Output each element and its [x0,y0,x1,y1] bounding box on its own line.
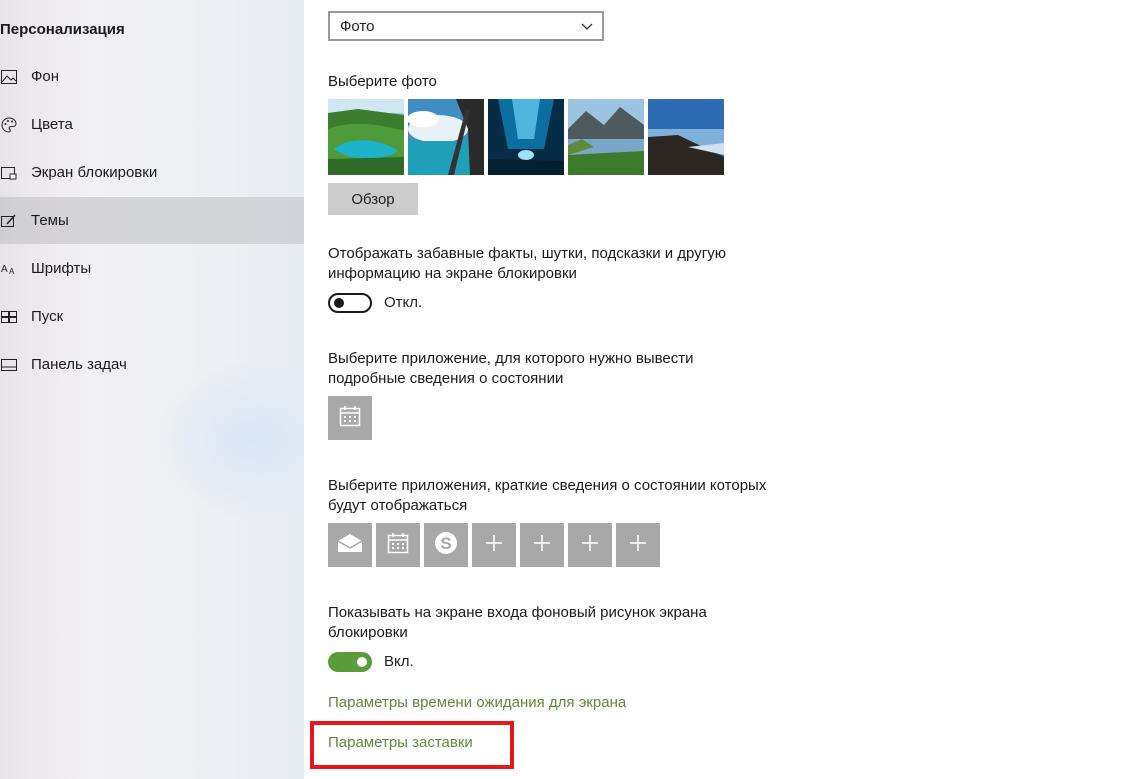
sidebar-item-themes[interactable]: Темы [0,197,304,244]
browse-button[interactable]: Обзор [328,183,418,215]
calendar-icon [387,532,409,559]
detailed-status-label-line1: Выберите приложение, для которого нужно … [328,350,694,367]
sidebar-item-start[interactable]: Пуск [0,293,304,340]
quick-status-add-slot[interactable] [616,523,660,567]
signin-background-toggle[interactable] [328,652,372,672]
quick-status-app-mail[interactable] [328,523,372,567]
quick-status-add-slot[interactable] [568,523,612,567]
fun-facts-label-line1: Отображать забавные факты, шутки, подска… [328,245,726,262]
signin-background-label-line1: Показывать на экране входа фоновый рисун… [328,604,707,621]
settings-sidebar: Персонализация Фон Цвета Экран блокировк… [0,0,304,779]
palette-icon [0,116,18,134]
sidebar-item-lock-screen[interactable]: Экран блокировки [0,149,304,196]
underwater-cave-photo[interactable] [488,99,564,175]
themes-icon [0,212,18,230]
sidebar-item-label: Шрифты [31,260,92,277]
svg-text:A: A [1,264,8,275]
sidebar-item-label: Цвета [31,116,73,133]
background-type-select[interactable]: Фото [328,11,604,41]
quick-status-add-slot[interactable] [472,523,516,567]
screen-timeout-settings-link[interactable]: Параметры времени ожидания для экрана [328,694,626,711]
signin-background-state: Вкл. [384,653,414,670]
detailed-status-app-button[interactable] [328,396,372,440]
sidebar-item-fonts[interactable]: AA Шрифты [0,245,304,292]
sidebar-item-taskbar[interactable]: Панель задач [0,341,304,388]
chevron-down-icon [580,19,594,37]
sidebar-item-label: Пуск [31,308,64,325]
svg-text:A: A [9,267,15,276]
fun-facts-label-line2: информацию на экране блокировки [328,265,577,282]
start-icon [0,308,18,326]
toggle-knob [334,298,344,308]
quick-status-label-line2: будут отображаться [328,497,468,514]
plus-icon [485,534,503,557]
ocean-arch-photo[interactable] [408,99,484,175]
lake-cliffs-photo[interactable] [328,99,404,175]
annotation-highlight-box [310,721,514,769]
fonts-icon: AA [0,260,18,278]
sidebar-item-label: Темы [31,212,69,229]
quick-status-add-slot[interactable] [520,523,564,567]
plus-icon [581,534,599,557]
lock-screen-icon [0,164,18,182]
sidebar-item-label: Панель задач [31,356,127,373]
skype-icon: S [433,530,459,561]
sidebar-item-label: Экран блокировки [31,164,158,181]
quick-status-app-skype[interactable]: S [424,523,468,567]
plus-icon [629,534,647,557]
sidebar-title: Персонализация [0,21,125,38]
picture-icon [0,68,18,86]
sidebar-item-label: Фон [31,68,60,85]
signin-background-label-line2: блокировки [328,624,408,641]
calendar-icon [339,405,361,432]
quick-status-label-line1: Выберите приложения, краткие сведения о … [328,477,767,494]
volcano-slope-photo[interactable] [648,99,724,175]
mountain-lake-photo[interactable] [568,99,644,175]
mail-icon [337,533,363,558]
svg-text:S: S [440,534,451,553]
detailed-status-label-line2: подробные сведения о состоянии [328,370,564,387]
select-value: Фото [340,17,375,35]
main-panel: Фото Выберите фото Обзор Отображать заба… [304,0,1133,779]
fun-facts-toggle[interactable] [328,293,372,313]
fun-facts-state: Откл. [384,294,423,311]
quick-status-app-calendar[interactable] [376,523,420,567]
sidebar-item-colors[interactable]: Цвета [0,101,304,148]
toggle-knob [357,657,367,667]
choose-photo-label: Выберите фото [328,73,437,90]
taskbar-icon [0,356,18,374]
sidebar-item-background[interactable]: Фон [0,53,304,100]
plus-icon [533,534,551,557]
